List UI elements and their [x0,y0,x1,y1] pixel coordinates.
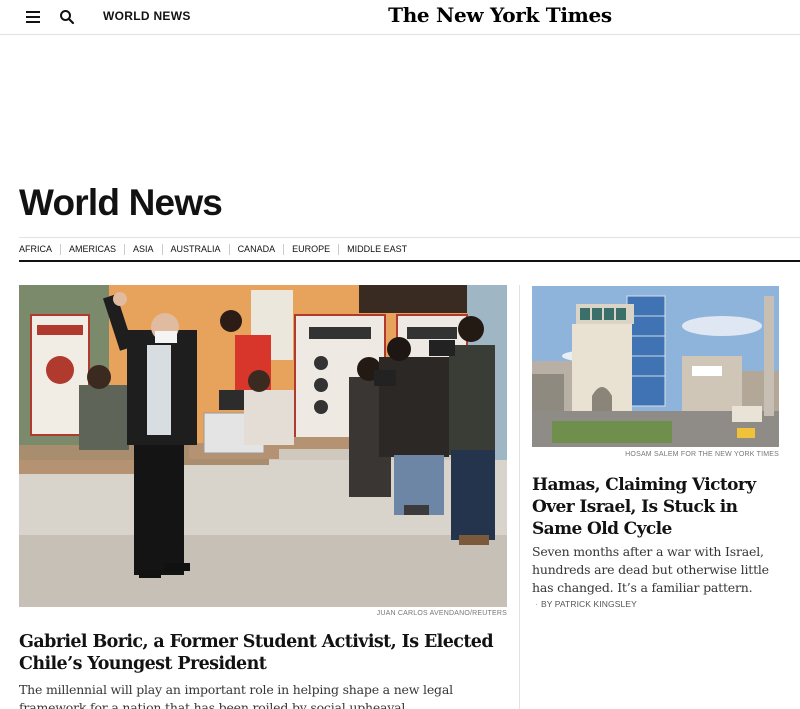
side-story-summary: Seven months after a war with Israel, hu… [532,544,769,595]
lead-story-image[interactable] [19,285,507,607]
lead-story-headline[interactable]: Gabriel Boric, a Former Student Activist… [19,631,509,675]
lead-image-credit: JUAN CARLOS AVENDANO/REUTERS [376,610,507,617]
side-story-headline[interactable]: Hamas, Claiming Victory Over Israel, Is … [532,474,782,540]
polling-station-photo [19,285,507,607]
subnav-item-europe[interactable]: EUROPE [283,243,338,255]
subnav-item-americas[interactable]: AMERICAS [60,243,124,255]
byline-text: By PATRICK KINGSLEY [540,599,637,609]
top-bar: WORLD NEWS The New York Times [0,0,800,35]
subnav-item-africa[interactable]: AFRICA [19,244,60,255]
column-divider [519,285,520,709]
region-subnav: AFRICA AMERICAS ASIA AUSTRALIA CANADA EU… [19,237,800,262]
lead-story-summary: The millennial will play an important ro… [19,682,453,709]
side-story-byline: · By PATRICK KINGSLEY [535,599,637,609]
bullet-dot-icon: · [535,599,538,609]
subnav-item-australia[interactable]: AUSTRALIA [161,243,229,255]
subnav-item-middle-east[interactable]: MIDDLE EAST [338,243,415,255]
page-title: World News [19,182,223,223]
subnav-item-canada[interactable]: CANADA [228,243,284,255]
subnav-item-asia[interactable]: ASIA [124,243,162,255]
plaza-monument-photo [532,286,779,447]
side-story-image[interactable] [532,286,779,447]
masthead-logo[interactable]: The New York Times [0,3,800,27]
side-image-credit: HOSAM SALEM FOR THE NEW YORK TIMES [625,451,779,458]
